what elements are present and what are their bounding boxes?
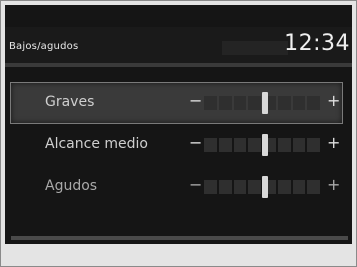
slider-segment <box>292 180 306 194</box>
settings-list: Graves − + Alcance medio − + Agudos − + <box>10 82 343 209</box>
page: Bajos/agudos 12:34 Graves − + Alcance me… <box>0 0 357 267</box>
slider-segment <box>204 96 217 110</box>
slider-segment <box>277 138 291 152</box>
display-frame: Bajos/agudos 12:34 Graves − + Alcance me… <box>0 0 357 267</box>
header-placeholder-bar <box>222 41 288 55</box>
setting-row-graves[interactable]: Graves − + <box>10 82 343 124</box>
increase-button[interactable]: + <box>327 175 340 194</box>
slider-segment <box>204 180 217 194</box>
slider-segment <box>218 180 232 194</box>
slider-segment <box>248 180 261 194</box>
screen: Bajos/agudos 12:34 Graves − + Alcance me… <box>5 5 352 244</box>
setting-label: Graves <box>45 94 95 110</box>
header-divider <box>5 63 352 67</box>
slider-segment <box>233 96 247 110</box>
slider-segment <box>218 138 232 152</box>
slider-segment <box>277 180 291 194</box>
decrease-button[interactable]: − <box>189 133 202 152</box>
increase-button[interactable]: + <box>327 133 340 152</box>
slider-segment <box>233 138 247 152</box>
slider-segment <box>277 96 291 110</box>
clock: 12:34 <box>284 31 350 56</box>
slider-segment <box>307 180 320 194</box>
slider-segment <box>248 96 261 110</box>
slider-segment <box>307 96 320 110</box>
slider-thumb[interactable] <box>262 92 268 114</box>
page-title: Bajos/agudos <box>9 41 79 52</box>
setting-row-agudos[interactable]: Agudos − + <box>11 167 342 207</box>
level-slider[interactable] <box>204 134 320 156</box>
header-bar: Bajos/agudos 12:34 <box>5 27 352 67</box>
slider-thumb[interactable] <box>262 134 268 156</box>
setting-label: Alcance medio <box>45 136 148 152</box>
slider-segment <box>204 138 217 152</box>
increase-button[interactable]: + <box>327 91 340 110</box>
level-slider[interactable] <box>204 176 320 198</box>
slider-thumb[interactable] <box>262 176 268 198</box>
level-slider[interactable] <box>204 92 320 114</box>
decrease-button[interactable]: − <box>189 175 202 194</box>
slider-segment <box>248 138 261 152</box>
slider-segment <box>292 138 306 152</box>
decrease-button[interactable]: − <box>189 91 202 110</box>
setting-label: Agudos <box>45 178 98 194</box>
slider-segment <box>307 138 320 152</box>
setting-row-alcance-medio[interactable]: Alcance medio − + <box>11 125 342 165</box>
slider-segment <box>233 180 247 194</box>
slider-segment <box>292 96 306 110</box>
slider-segment <box>218 96 232 110</box>
footer-divider <box>11 236 348 240</box>
